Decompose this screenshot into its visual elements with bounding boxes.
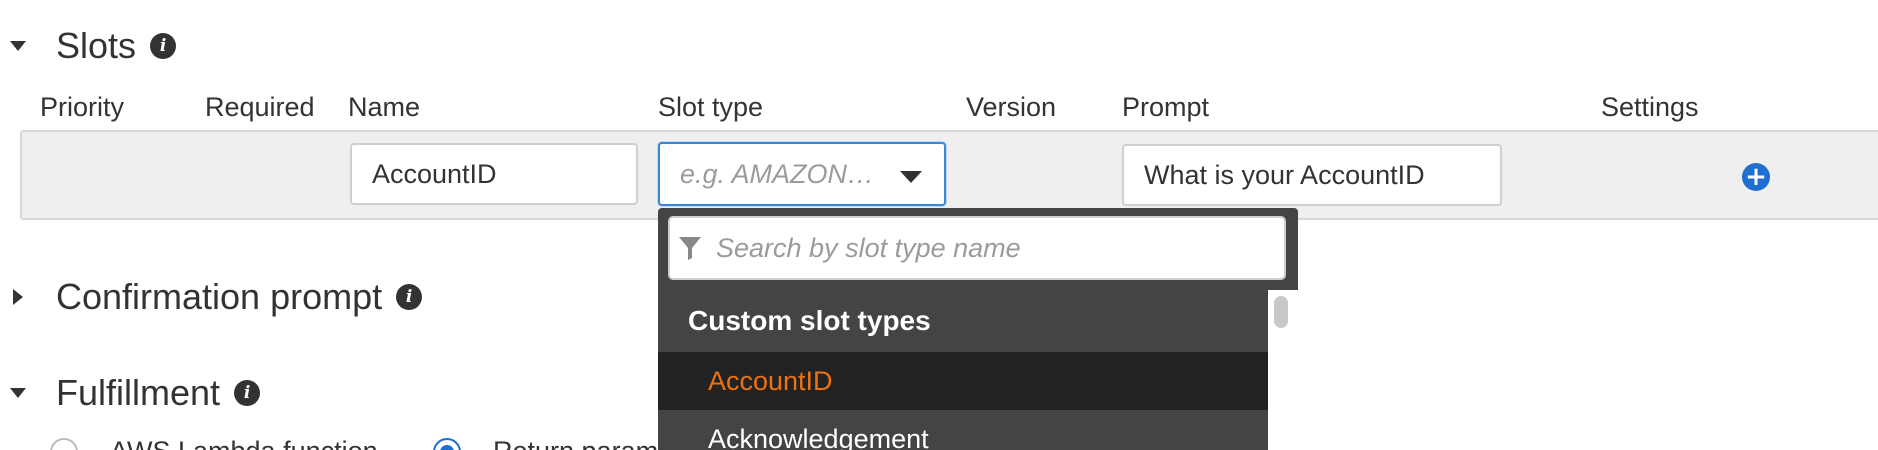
lambda-radio[interactable] [50,437,78,450]
chevron-down-icon[interactable] [900,171,922,183]
required-column-header: Required [205,92,315,122]
confirmation-title: Confirmation prompt [56,276,383,317]
slot-type-search-placeholder: Search by slot type name [716,232,1021,263]
priority-column-header: Priority [40,92,125,122]
new-slot-row [20,130,1878,220]
info-icon[interactable]: i [234,380,261,406]
confirmation-section-header[interactable]: Confirmation prompt i [10,275,423,319]
slot-prompt-input[interactable]: What is your AccountID [1122,144,1502,206]
slot-name-input[interactable]: AccountID [350,143,638,205]
info-icon[interactable]: i [150,33,177,59]
intent-editor: Slots i Priority Required Name Slot type… [0,0,1878,450]
slot-type-column-header: Slot type [658,92,764,122]
fulfillment-section-header[interactable]: Fulfillment i [10,371,261,415]
plus-circle-icon[interactable]: + [1742,163,1770,191]
option-accountid[interactable]: AccountID [658,352,1268,410]
version-column-header: Version [966,92,1057,122]
scrollbar-thumb[interactable] [1274,296,1288,328]
group-label-custom-slot-types: Custom slot types [688,305,931,336]
slot-type-options-list: Custom slot types AccountID Acknowledgem… [658,290,1268,450]
option-acknowledgement[interactable]: Acknowledgement [658,410,1268,450]
lambda-radio-option[interactable]: AWS Lambda function [50,436,378,450]
name-column-header: Name [348,92,421,122]
prompt-column-header: Prompt [1122,92,1210,122]
slot-type-search-input[interactable]: Search by slot type name [668,216,1286,280]
slots-title: Slots [56,25,137,66]
return-params-radio[interactable] [433,437,461,450]
lambda-radio-label: AWS Lambda function [110,436,378,450]
settings-column-header: Settings [1601,92,1699,122]
dropdown-scrollbar[interactable] [1268,290,1298,450]
info-icon[interactable]: i [396,284,423,310]
caret-down-icon[interactable] [10,41,26,51]
slot-type-select[interactable]: e.g. AMAZON… [658,142,946,206]
caret-down-icon[interactable] [10,388,26,398]
slot-type-placeholder: e.g. AMAZON… [680,158,875,189]
filter-icon [679,237,701,260]
slot-type-dropdown: Search by slot type name Custom slot typ… [658,208,1298,450]
fulfillment-title: Fulfillment [56,372,221,413]
caret-right-icon[interactable] [13,289,23,305]
slots-section-header[interactable]: Slots i [10,24,177,68]
